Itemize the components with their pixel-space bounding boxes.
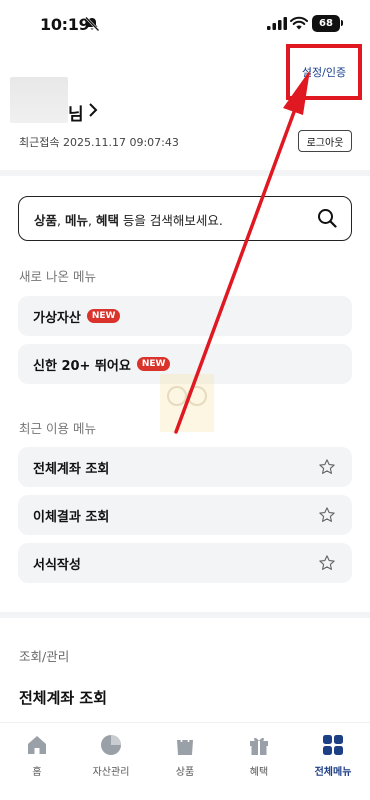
- logout-button[interactable]: 로그아웃: [298, 130, 352, 152]
- tab-label: 혜택: [249, 767, 269, 778]
- status-time: 10:19: [40, 15, 90, 34]
- recent-menu-item[interactable]: 이체결과 조회: [18, 495, 352, 535]
- cellular-signal-icon: [267, 17, 287, 30]
- tab-products[interactable]: 상품: [148, 733, 222, 778]
- battery-indicator: 68: [312, 15, 340, 32]
- recent-menu-label: 전체계좌 조회: [33, 461, 110, 477]
- new-badge: NEW: [136, 357, 171, 371]
- new-menus-title: 새로 나온 메뉴: [19, 269, 96, 284]
- tab-label: 상품: [175, 767, 195, 778]
- settings-auth-button[interactable]: 설정/인증: [286, 44, 362, 100]
- last-login-label: 최근접속: [19, 136, 60, 149]
- recent-menus-title: 최근 이용 메뉴: [19, 421, 96, 436]
- tab-home[interactable]: 홈: [0, 733, 74, 778]
- recent-menu-item[interactable]: 서식작성: [18, 543, 352, 583]
- tab-all-menu[interactable]: 전체메뉴: [296, 733, 370, 778]
- search-placeholder: 상품, 메뉴, 혜택 등을 검색해보세요.: [34, 213, 223, 228]
- star-icon[interactable]: [318, 458, 336, 476]
- star-icon[interactable]: [318, 506, 336, 524]
- recent-menu-item[interactable]: 전체계좌 조회: [18, 447, 352, 487]
- tab-label: 전체메뉴: [314, 767, 352, 778]
- new-badge: NEW: [86, 309, 121, 323]
- home-icon: [28, 736, 46, 754]
- tab-benefits[interactable]: 혜택: [222, 733, 296, 778]
- search-input[interactable]: 상품, 메뉴, 혜택 등을 검색해보세요.: [18, 196, 352, 241]
- tab-label: 자산관리: [92, 767, 130, 778]
- recent-menu-label: 서식작성: [33, 557, 81, 573]
- grid-icon: [323, 735, 343, 755]
- tab-asset-management[interactable]: 자산관리: [74, 733, 148, 778]
- recent-menu-label: 이체결과 조회: [33, 509, 110, 525]
- new-menu-label: 가상자산: [33, 310, 81, 326]
- watermark-logo: [160, 374, 214, 432]
- pie-chart-icon: [101, 735, 121, 755]
- user-name-suffix[interactable]: 님: [68, 100, 84, 125]
- last-login: 최근접속 2025.11.17 09:07:43: [19, 134, 179, 150]
- tab-label: 홈: [32, 767, 42, 778]
- shopping-bag-icon: [177, 734, 193, 755]
- inquiry-section-title: 조회/관리: [19, 649, 70, 664]
- new-menu-item-virtual-asset[interactable]: 가상자산 NEW: [18, 296, 352, 336]
- battery-tip: [341, 20, 343, 26]
- inquiry-item-all-accounts[interactable]: 전체계좌 조회: [19, 687, 107, 708]
- section-divider: [0, 170, 370, 176]
- status-bar: 10:19 68: [0, 0, 370, 50]
- bottom-tab-bar: 홈 자산관리 상품 혜택 전체메뉴: [0, 722, 370, 800]
- user-name-redacted: [10, 77, 68, 123]
- star-icon[interactable]: [318, 554, 336, 572]
- last-login-time: 2025.11.17 09:07:43: [62, 136, 179, 149]
- gift-icon: [250, 737, 268, 755]
- search-icon[interactable]: [317, 208, 337, 228]
- section-divider: [0, 612, 370, 618]
- wifi-icon: [290, 16, 308, 30]
- chevron-right-icon[interactable]: [88, 102, 98, 118]
- new-menu-label: 신한 20+ 뛰어요: [33, 358, 131, 374]
- bell-off-icon: [85, 16, 100, 32]
